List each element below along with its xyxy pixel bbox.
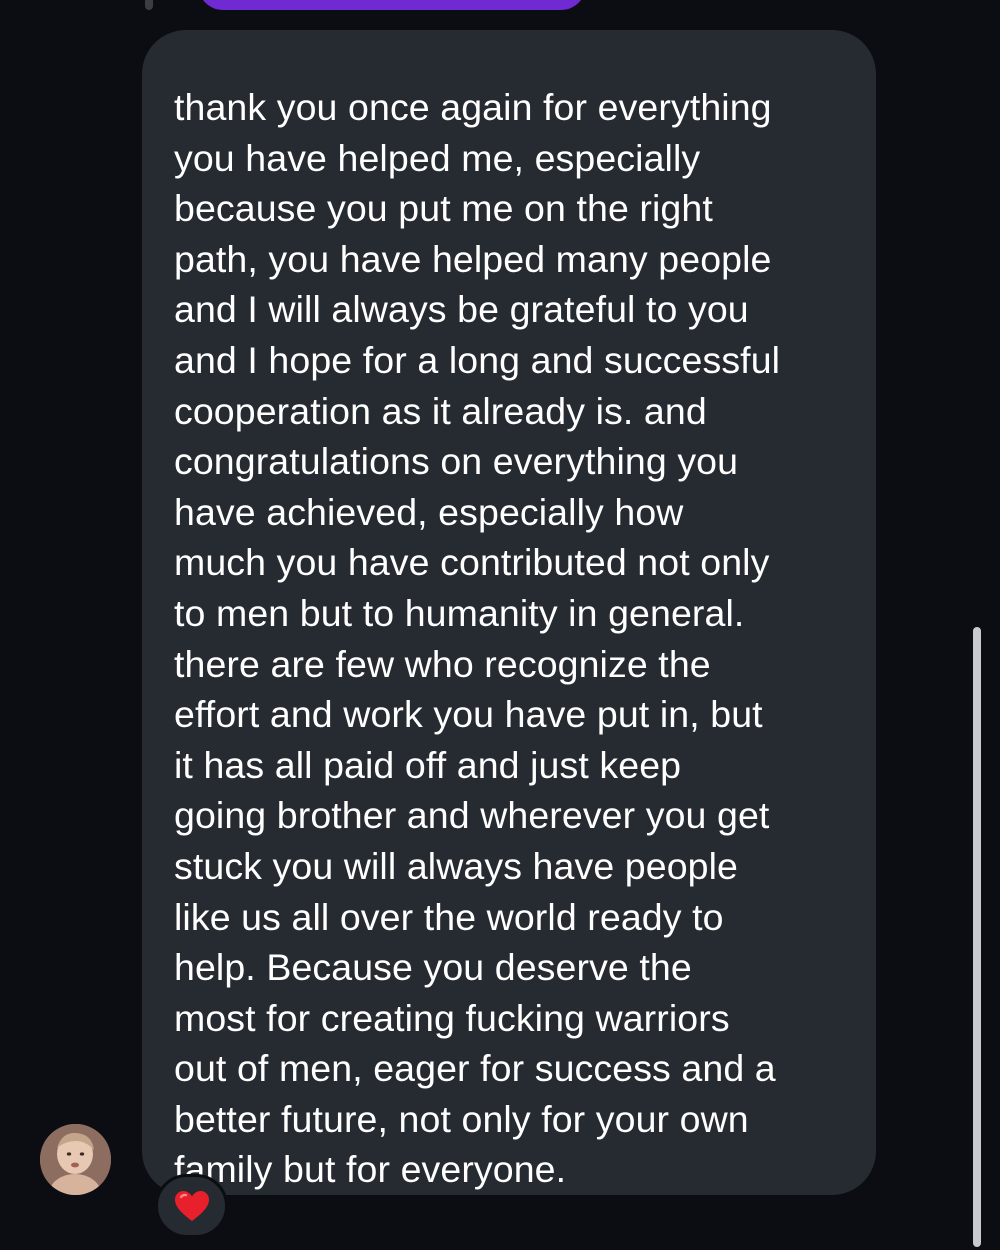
message-line: effort and work you have put in, but <box>174 693 763 736</box>
message-line: better future, not only for your own <box>174 1097 749 1140</box>
message-line: thank you once again for everything <box>174 86 772 128</box>
heart-icon <box>174 1191 209 1221</box>
message-line: cooperation as it already is. and <box>174 389 707 432</box>
message-line: like us all over the world ready to <box>174 895 724 938</box>
scrollbar-thumb[interactable] <box>973 627 981 1247</box>
message-line: out of men, eager for success and a <box>174 1047 776 1090</box>
top-scrollbar-stub <box>145 0 153 10</box>
message-line: and I hope for a long and successful <box>174 338 781 381</box>
message-line: to men but to humanity in general. <box>174 591 745 634</box>
message-line: help. Because you deserve the <box>174 946 692 989</box>
message-line: have achieved, especially how <box>174 490 684 533</box>
sender-avatar[interactable] <box>40 1124 111 1195</box>
message-line: there are few who recognize the <box>174 642 711 685</box>
previous-message-bubble[interactable] <box>198 0 586 10</box>
message-line: most for creating fucking warriors <box>174 996 730 1039</box>
reaction-badge[interactable] <box>155 1174 228 1238</box>
message-line: stuck you will always have people <box>174 844 739 887</box>
message-line: you have helped me, especially <box>174 136 701 179</box>
avatar-image <box>40 1124 111 1195</box>
message-line: because you put me on the right <box>174 187 713 230</box>
message-text: thank you once again for everything you … <box>174 82 846 1195</box>
message-line: going brother and wherever you get <box>174 794 770 837</box>
message-line: much you have contributed not only <box>174 541 770 584</box>
message-line: and I will always be grateful to you <box>174 288 749 331</box>
message-line: path, you have helped many people <box>174 237 772 280</box>
message-line: it has all paid off and just keep <box>174 743 682 786</box>
message-bubble[interactable]: thank you once again for everything you … <box>142 30 876 1195</box>
message-line: family but for everyone. <box>174 1148 567 1191</box>
message-line: congratulations on everything you <box>174 440 739 483</box>
